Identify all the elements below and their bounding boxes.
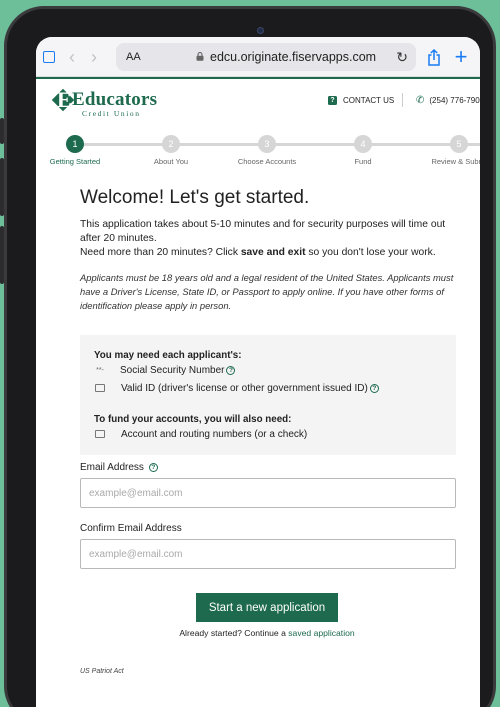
step-circle-3: 3 — [258, 135, 276, 153]
educators-logo[interactable]: E Educators Credit Union — [51, 87, 162, 119]
front-camera — [257, 27, 264, 34]
browser-toolbar: ‹ › AA edcu.originate.fiservapps.com ↻ + — [36, 37, 480, 77]
id-requirement: Valid ID (driver's license or other gove… — [94, 381, 379, 395]
id-card-icon — [95, 384, 105, 392]
lock-icon — [196, 52, 204, 61]
progress-stepper: 1 2 3 4 5 Getting Started About You Choo… — [36, 133, 480, 173]
step-label-4: Fund — [354, 157, 372, 166]
page-title: Welcome! Let's get started. — [80, 187, 310, 208]
requirements-heading: You may need each applicant's: — [94, 350, 242, 361]
email-input[interactable] — [80, 478, 456, 508]
url-text: edcu.originate.fiservapps.com — [210, 50, 377, 64]
contact-us-link[interactable]: ? CONTACT US — [328, 79, 394, 121]
step-circle-1: 1 — [66, 135, 84, 153]
step-label-3: Choose Accounts — [237, 157, 297, 166]
step-label-5: Review & Submit — [431, 157, 480, 166]
ssn-requirement: **- Social Security Number ? — [94, 363, 236, 377]
saved-application-link[interactable]: saved application — [288, 628, 354, 638]
id-help-icon[interactable]: ? — [369, 383, 379, 393]
step-circle-4: 4 — [354, 135, 372, 153]
ssn-help-icon[interactable]: ? — [226, 365, 236, 375]
fund-heading: To fund your accounts, you will also nee… — [94, 414, 292, 425]
help-square-icon: ? — [328, 95, 337, 105]
start-new-application-button[interactable]: Start a new application — [196, 593, 338, 622]
eligibility-notice: Applicants must be 18 years old and a le… — [80, 271, 454, 312]
device-button-volume-down — [0, 226, 4, 284]
new-tab-plus-icon[interactable]: + — [450, 37, 472, 77]
back-arrow-icon[interactable]: ‹ — [64, 37, 80, 77]
site-header: E Educators Credit Union ? CONTACT US ✆ … — [36, 77, 480, 123]
ssn-asterisk-icon: **- — [96, 366, 104, 374]
step-label-2: About You — [153, 157, 189, 166]
routing-requirement: Account and routing numbers (or a check) — [94, 427, 307, 441]
forward-arrow-icon[interactable]: › — [86, 37, 102, 77]
save-and-exit-text: save and exit — [240, 247, 306, 259]
text-size-button[interactable]: AA — [126, 43, 141, 71]
address-bar[interactable]: AA edcu.originate.fiservapps.com ↻ — [116, 43, 416, 71]
logo-name: Educators — [72, 89, 158, 110]
phone-icon: ✆ — [416, 94, 425, 106]
email-help-icon[interactable]: ? — [148, 463, 158, 472]
requirements-box: You may need each applicant's: **- Socia… — [80, 335, 456, 455]
check-card-icon — [95, 430, 105, 438]
confirm-email-label: Confirm Email Address — [80, 523, 182, 534]
welcome-section: Welcome! Let's get started. This applica… — [80, 187, 456, 314]
intro-text: This application takes about 5-10 minute… — [80, 219, 446, 259]
browser-screen: ‹ › AA edcu.originate.fiservapps.com ↻ +… — [36, 37, 480, 707]
sidebar-toggle-icon[interactable] — [42, 37, 56, 77]
step-circle-5: 5 — [450, 135, 468, 153]
email-label: Email Address ? — [80, 462, 158, 473]
step-circle-2: 2 — [162, 135, 180, 153]
already-started-text: Already started? Continue a saved applic… — [179, 628, 355, 638]
reload-icon[interactable]: ↻ — [396, 43, 408, 71]
device-button-volume-up — [0, 158, 4, 216]
header-divider — [402, 93, 403, 107]
step-label-1: Getting Started — [49, 157, 101, 166]
phone-link[interactable]: ✆ (254) 776-7900 — [416, 79, 480, 121]
patriot-act-footer: US Patriot Act — [80, 668, 124, 675]
logo-subtitle: Credit Union — [82, 109, 141, 118]
phone-number: (254) 776-7900 — [429, 95, 480, 105]
contact-us-label: CONTACT US — [343, 95, 395, 105]
device-button-mute — [0, 118, 4, 144]
share-icon[interactable] — [424, 37, 444, 77]
confirm-email-input[interactable] — [80, 539, 456, 569]
